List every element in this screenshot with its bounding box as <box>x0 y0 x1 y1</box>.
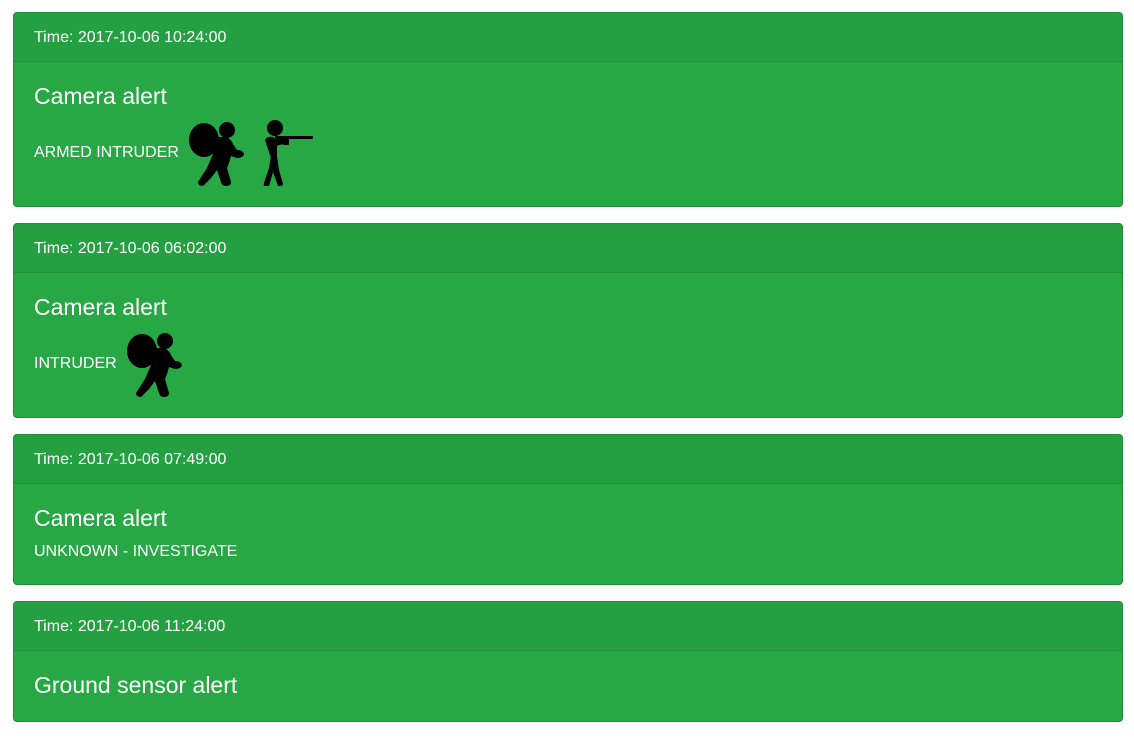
alert-time: Time: 2017-10-06 11:24:00 <box>14 602 1122 651</box>
alert-text: UNKNOWN - INVESTIGATE <box>34 543 238 560</box>
alert-text: ARMED INTRUDER <box>34 144 179 161</box>
alert-title: Camera alert <box>34 83 167 109</box>
alert-detail-row: UNKNOWN - INVESTIGATE <box>34 542 1102 562</box>
alert-title: Camera alert <box>34 294 167 320</box>
intruder-with-bag-icon <box>125 331 185 397</box>
alert-time: Time: 2017-10-06 10:24:00 <box>14 13 1122 62</box>
alert-text: INTRUDER <box>34 355 117 372</box>
alert-time: Time: 2017-10-06 06:02:00 <box>14 224 1122 273</box>
alert-time: Time: 2017-10-06 07:49:00 <box>14 435 1122 484</box>
alert-body: Camera alert ARMED INTRUDER <box>14 62 1122 206</box>
intruder-with-bag-icon <box>187 120 247 186</box>
alert-card: Time: 2017-10-06 07:49:00 Camera alert U… <box>13 434 1123 585</box>
alert-list: Time: 2017-10-06 10:24:00 Camera alert A… <box>13 12 1123 738</box>
alert-body: Ground sensor alert <box>14 651 1122 721</box>
alert-icons <box>125 331 193 397</box>
alert-detail-row: ARMED INTRUDER <box>34 120 1102 186</box>
alert-title: Camera alert <box>34 505 167 531</box>
alert-icons <box>187 120 323 186</box>
armed-person-rifle-icon <box>255 120 315 186</box>
alert-body: Camera alert UNKNOWN - INVESTIGATE <box>14 484 1122 584</box>
alert-card: Time: 2017-10-06 10:24:00 Camera alert A… <box>13 12 1123 207</box>
alert-detail-row: INTRUDER <box>34 331 1102 397</box>
alert-title: Ground sensor alert <box>34 672 238 698</box>
alert-body: Camera alert INTRUDER <box>14 273 1122 417</box>
alert-card: Time: 2017-10-06 06:02:00 Camera alert I… <box>13 223 1123 418</box>
alert-card: Time: 2017-10-06 11:24:00 Ground sensor … <box>13 601 1123 722</box>
